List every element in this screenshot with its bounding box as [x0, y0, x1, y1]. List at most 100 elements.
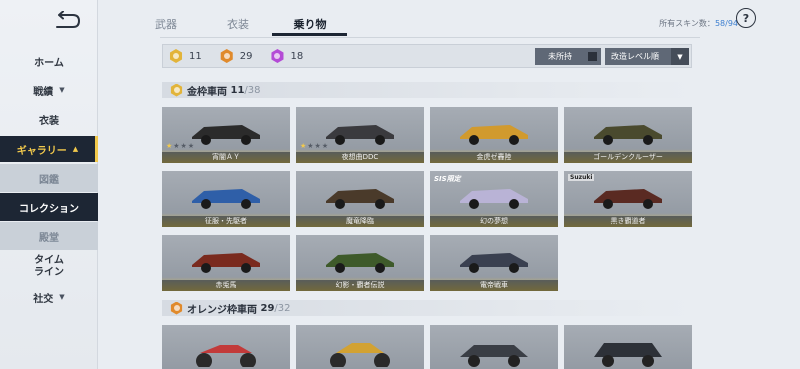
vehicle-name: 幻影・覇者伝説 — [335, 281, 385, 289]
skin-count-label: 所有スキン数： — [659, 19, 715, 28]
purple-count: 18 — [290, 50, 304, 62]
star-rating: ★★★★ — [300, 142, 329, 150]
purple-frame-icon — [271, 49, 284, 63]
vehicle-card[interactable]: 魔竜降臨 — [296, 171, 424, 227]
gold-count: 11 — [189, 50, 202, 62]
vehicle-name: 赤兎馬 — [215, 281, 237, 289]
chevron-down-icon: ▼ — [671, 48, 689, 65]
sidebar-item-encyclopedia[interactable]: 図鑑 — [0, 164, 98, 192]
vehicle-card[interactable]: 幻影・覇者伝説 — [296, 235, 424, 291]
sidebar-item-record[interactable]: 戦績 ▼ — [0, 81, 98, 99]
vehicle-image-icon — [192, 189, 260, 209]
skin-count-value: 58/94 — [714, 19, 738, 28]
sidebar-item-label: 殿堂 — [39, 232, 59, 244]
unowned-toggle[interactable]: 未所持 — [535, 48, 601, 65]
orange-count: 29 — [239, 50, 253, 62]
section-owned: 11 — [230, 84, 245, 96]
sidebar-item-label: 社交 — [33, 293, 54, 305]
filter-bar: 11 29 18 未所持 改造レベル順 ▼ — [162, 44, 692, 68]
star-off-icon: ★★★ — [307, 142, 330, 150]
vehicle-image-icon — [594, 189, 662, 209]
vehicle-card[interactable] — [564, 325, 692, 369]
vehicle-image-icon — [460, 125, 528, 145]
sidebar-item-label: 戦績 — [33, 86, 54, 98]
vehicle-card[interactable] — [162, 325, 290, 369]
car-icon — [594, 343, 662, 367]
vehicle-card[interactable]: 征服・先駆者 — [162, 171, 290, 227]
vehicle-tag: Suzuki — [568, 174, 595, 181]
vehicle-card[interactable]: ゴールデンクルーザー — [564, 107, 692, 163]
gold-count-badge[interactable]: 11 — [169, 49, 202, 63]
vehicle-card[interactable] — [296, 325, 424, 369]
chevron-up-icon: ▲ — [72, 145, 79, 153]
vehicle-image-icon — [594, 125, 662, 145]
tab-label: 衣装 — [227, 18, 249, 31]
sidebar-item-label: タイム — [34, 255, 64, 266]
unowned-label: 未所持 — [548, 52, 572, 61]
active-tab-indicator — [272, 33, 347, 36]
car-icon — [460, 345, 528, 367]
sidebar-item-label: ギャラリー — [16, 145, 67, 157]
vehicle-image-icon — [326, 189, 394, 209]
chevron-down-icon: ▼ — [59, 86, 65, 94]
purple-count-badge[interactable]: 18 — [270, 49, 303, 63]
orange-count-badge[interactable]: 29 — [220, 49, 253, 63]
vehicle-name: ゴールデンクルーザー — [593, 153, 663, 161]
vehicle-card[interactable] — [430, 325, 558, 369]
vehicle-image-icon — [192, 253, 260, 273]
help-button[interactable]: ? — [736, 8, 756, 28]
vehicle-name: 電帝戦車 — [480, 281, 508, 289]
vehicle-card[interactable]: 金虎ゼ轟陸 — [430, 107, 558, 163]
section-total: 38 — [247, 84, 261, 96]
orange-frame-icon — [220, 49, 233, 63]
vehicle-card[interactable]: 幻の夢想 SIS限定 — [430, 171, 558, 227]
back-button[interactable] — [48, 10, 84, 32]
sidebar-item-timeline[interactable]: タイム ライン — [0, 254, 98, 280]
motorcycle-icon — [196, 345, 256, 367]
vehicle-card[interactable]: 夜想曲DDC ★★★★ — [296, 107, 424, 163]
sidebar-item-label: コレクション — [19, 203, 79, 215]
sidebar-item-home[interactable]: ホーム — [0, 52, 98, 70]
sidebar-item-costume[interactable]: 衣装 — [0, 110, 98, 128]
section-owned: 29 — [260, 302, 275, 314]
tab-label: 乗り物 — [293, 18, 327, 31]
vehicle-name: 金虎ゼ轟陸 — [476, 153, 512, 161]
tab-label: 武器 — [155, 18, 177, 31]
vehicle-card[interactable]: 赤兎馬 — [162, 235, 290, 291]
vehicle-card[interactable]: 宵闇ＡＹ ★★★★ — [162, 107, 290, 163]
sidebar-item-label: 図鑑 — [39, 174, 59, 186]
vehicle-image-icon — [326, 125, 394, 145]
vehicle-name: 黒き覇道者 — [610, 217, 646, 225]
back-arrow-icon — [56, 11, 81, 28]
vehicle-card[interactable]: 電帝戦車 — [430, 235, 558, 291]
vehicle-tag: SIS限定 — [434, 175, 461, 183]
sort-dropdown[interactable]: 改造レベル順 ▼ — [605, 48, 689, 65]
vehicle-image-icon — [192, 125, 260, 145]
owned-skin-count: 所有スキン数：58/94 — [659, 18, 738, 29]
section-title: 金枠車両 — [187, 86, 227, 98]
star-rating: ★★★★ — [166, 142, 195, 150]
vehicle-name: 魔竜降臨 — [346, 217, 374, 225]
vehicle-name: 宵闇ＡＹ — [212, 153, 240, 161]
sidebar-item-label: 衣装 — [39, 115, 59, 127]
tab-weapons[interactable]: 武器 — [130, 12, 202, 36]
gold-frame-icon — [170, 83, 183, 97]
vehicle-card[interactable]: 黒き覇道者 Suzuki — [564, 171, 692, 227]
help-icon: ? — [742, 11, 750, 25]
sidebar-item-hall-of-fame[interactable]: 殿堂 — [0, 222, 98, 250]
section-header-orange: オレンジ枠車両 29/32 — [162, 300, 692, 316]
section-header-gold: 金枠車両 11/38 — [162, 82, 692, 98]
vehicle-name: 征服・先駆者 — [205, 217, 247, 225]
sidebar-item-social[interactable]: 社交 ▼ — [0, 288, 98, 306]
tab-divider — [160, 37, 700, 38]
tab-costume[interactable]: 衣装 — [202, 12, 274, 36]
sort-label: 改造レベル順 — [611, 52, 659, 61]
checkbox[interactable] — [588, 52, 597, 61]
sidebar-item-label-line2: ライン — [34, 267, 64, 278]
vehicle-image-icon — [460, 253, 528, 273]
sidebar-item-collection[interactable]: コレクション — [0, 193, 98, 221]
sidebar-item-gallery[interactable]: ギャラリー ▲ — [0, 136, 98, 162]
vehicle-image-icon — [326, 253, 394, 273]
sidebar: ホーム 戦績 ▼ 衣装 ギャラリー ▲ 図鑑 コレクション 殿堂 タイム ライン… — [0, 0, 98, 369]
chevron-down-icon: ▼ — [59, 293, 65, 301]
